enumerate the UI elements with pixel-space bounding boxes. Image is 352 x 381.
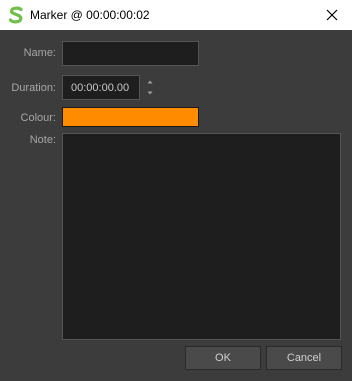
duration-label: Duration: — [11, 82, 56, 94]
colour-label: Colour: — [20, 112, 56, 124]
marker-dialog: Marker @ 00:00:00:02 Name: Duration: 00:… — [0, 0, 352, 381]
note-textarea[interactable] — [62, 133, 341, 340]
cancel-button[interactable]: Cancel — [266, 346, 342, 370]
app-logo-icon — [8, 6, 24, 24]
duration-value: 00:00:00.00 — [71, 82, 130, 94]
colour-swatch[interactable] — [62, 107, 199, 127]
spin-down-icon[interactable] — [144, 88, 156, 98]
name-field[interactable] — [62, 41, 199, 66]
title-bar[interactable]: Marker @ 00:00:00:02 — [0, 0, 352, 30]
duration-field[interactable]: 00:00:00.00 — [62, 75, 140, 100]
name-label: Name: — [23, 47, 56, 59]
close-icon — [326, 9, 338, 21]
window-title: Marker @ 00:00:00:02 — [30, 8, 150, 22]
ok-button[interactable]: OK — [185, 346, 261, 370]
close-button[interactable] — [312, 0, 352, 30]
note-label: Note: — [29, 134, 56, 146]
spin-up-icon[interactable] — [144, 77, 156, 87]
